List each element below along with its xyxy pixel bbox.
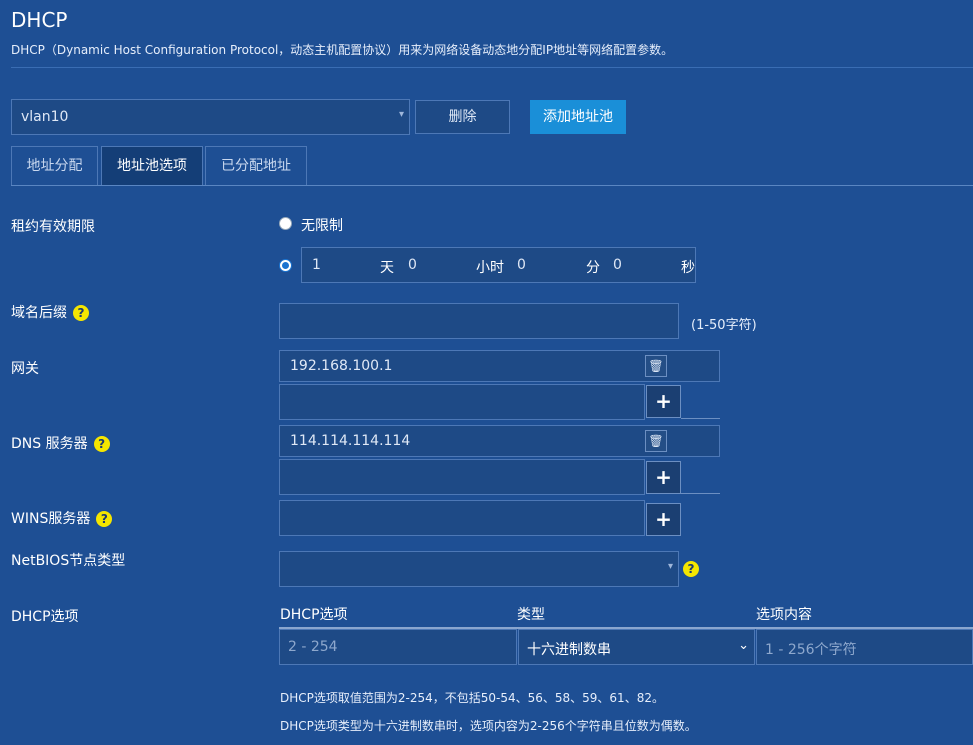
lease-minutes-value[interactable]: 0 xyxy=(517,257,526,273)
chevron-down-icon: ⌄ xyxy=(738,638,749,653)
col-header-content: 选项内容 xyxy=(756,607,812,623)
dhcp-option-input[interactable]: 2 - 254 xyxy=(279,629,517,665)
domain-suffix-input[interactable] xyxy=(279,303,679,339)
dhcp-options-note-2: DHCP选项类型为十六进制数串时，选项内容为2-256个字符串且位数为偶数。 xyxy=(280,719,697,733)
help-icon[interactable]: ? xyxy=(683,561,699,577)
domain-suffix-label: 域名后缀? xyxy=(11,302,89,322)
dhcp-type-select[interactable]: 十六进制数串 ⌄ xyxy=(518,629,755,665)
tab-divider xyxy=(11,185,973,186)
dhcp-type-value: 十六进制数串 xyxy=(527,642,611,658)
tab-address-allocation[interactable]: 地址分配 xyxy=(11,146,98,186)
lease-minutes-unit: 分 xyxy=(586,260,600,276)
dns-value: 114.114.114.114 xyxy=(290,433,411,449)
dns-label: DNS 服务器? xyxy=(11,433,110,453)
lease-days-unit: 天 xyxy=(380,260,394,276)
netbios-label: NetBIOS节点类型 xyxy=(11,553,126,569)
help-icon[interactable]: ? xyxy=(73,305,89,321)
plus-icon[interactable]: + xyxy=(646,461,681,494)
lease-hours-unit: 小时 xyxy=(476,260,504,276)
trash-icon[interactable]: 🗑 xyxy=(645,430,667,452)
lease-hours-value[interactable]: 0 xyxy=(408,257,417,273)
add-pool-button[interactable]: 添加地址池 xyxy=(530,100,626,134)
netbios-select[interactable]: ▾ xyxy=(279,551,679,587)
gateway-new-input[interactable] xyxy=(279,384,645,420)
caret-down-icon: ▾ xyxy=(398,109,404,120)
dhcp-content-input[interactable]: 1 - 256个字符 xyxy=(756,629,973,665)
pool-select-value: vlan10 xyxy=(21,109,69,125)
dns-row-underline xyxy=(681,493,720,494)
col-header-option: DHCP选项 xyxy=(280,607,348,623)
lease-days-value[interactable]: 1 xyxy=(312,257,321,273)
wins-input[interactable] xyxy=(279,500,645,536)
plus-icon[interactable]: + xyxy=(646,385,681,418)
dhcp-content-placeholder: 1 - 256个字符 xyxy=(765,642,857,658)
caret-down-icon: ▾ xyxy=(667,561,673,572)
col-header-type: 类型 xyxy=(517,607,545,623)
gateway-value: 192.168.100.1 xyxy=(290,358,393,374)
lease-duration-input[interactable]: 1 天 0 小时 0 分 0 秒 xyxy=(301,247,696,283)
trash-icon[interactable]: 🗑 xyxy=(645,355,667,377)
gateway-row-underline xyxy=(681,418,720,419)
tab-pool-options[interactable]: 地址池选项 xyxy=(101,146,203,186)
pool-select[interactable]: vlan10 ▾ xyxy=(11,99,410,135)
dhcp-options-label: DHCP选项 xyxy=(11,609,79,625)
dns-new-input[interactable] xyxy=(279,459,645,495)
lease-unlimited-radio[interactable] xyxy=(279,217,292,230)
lease-seconds-value[interactable]: 0 xyxy=(613,257,622,273)
lease-unlimited-label: 无限制 xyxy=(301,218,343,234)
plus-icon[interactable]: + xyxy=(646,503,681,536)
domain-suffix-label-text: 域名后缀 xyxy=(11,305,67,321)
help-icon[interactable]: ? xyxy=(93,436,110,452)
domain-suffix-hint: (1-50字符) xyxy=(691,318,757,333)
gateway-label: 网关 xyxy=(11,361,39,377)
lease-custom-radio[interactable] xyxy=(279,259,292,272)
help-icon[interactable]: ? xyxy=(96,511,113,527)
dns-label-text: DNS 服务器 xyxy=(11,436,88,452)
dhcp-option-placeholder: 2 - 254 xyxy=(288,639,338,655)
delete-button[interactable]: 删除 xyxy=(415,100,510,134)
wins-label: WINS服务器? xyxy=(11,508,113,528)
lease-seconds-unit: 秒 xyxy=(681,260,695,276)
lease-label: 租约有效期限 xyxy=(11,219,95,235)
page-description: DHCP（Dynamic Host Configuration Protocol… xyxy=(11,43,674,57)
page-title: DHCP xyxy=(11,8,68,32)
wins-label-text: WINS服务器 xyxy=(11,511,91,527)
dhcp-options-note-1: DHCP选项取值范围为2-254，不包括50-54、56、58、59、61、82… xyxy=(280,691,664,705)
header-divider xyxy=(11,67,973,68)
tab-allocated-addresses[interactable]: 已分配地址 xyxy=(205,146,307,186)
